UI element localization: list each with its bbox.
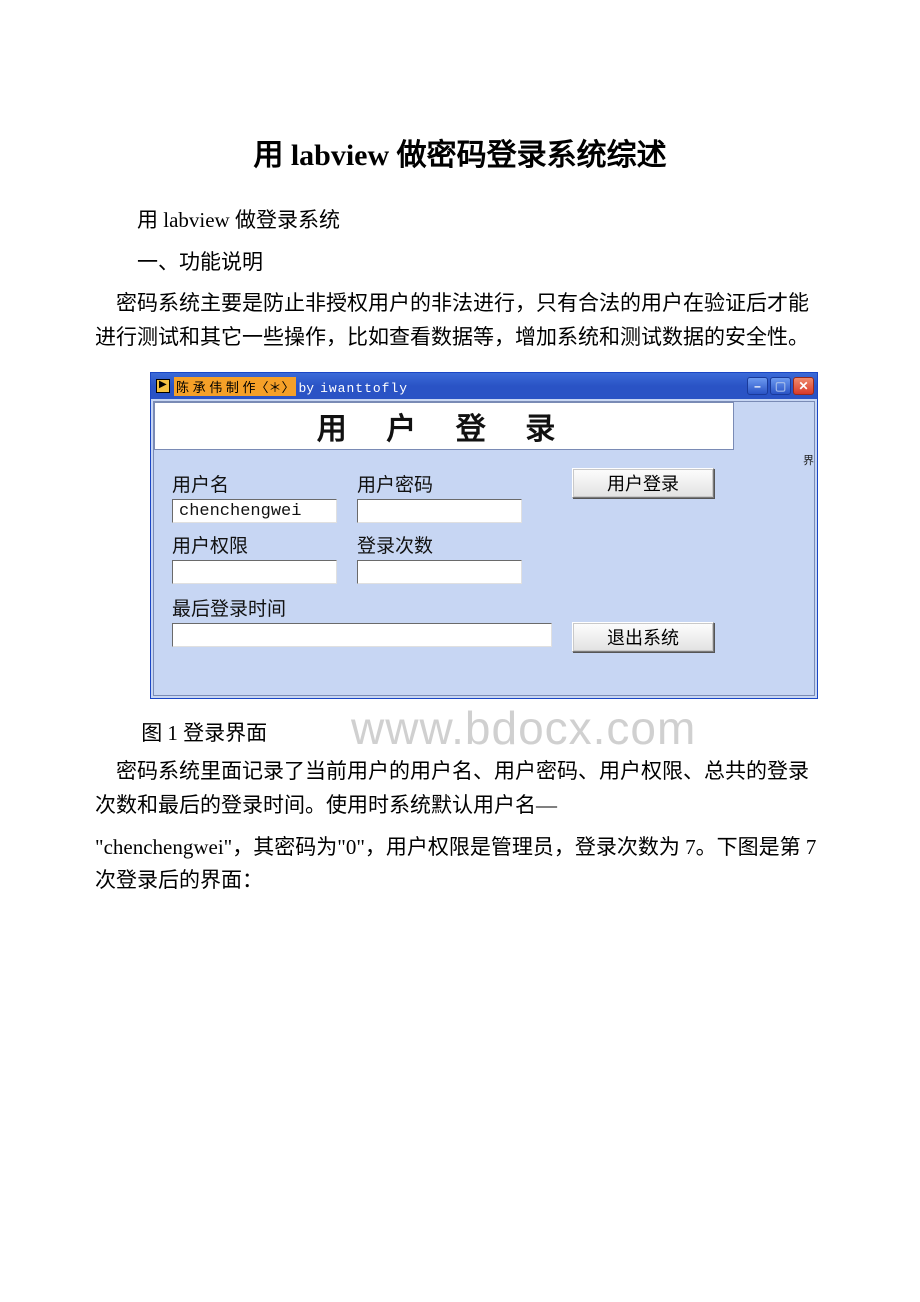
figure-caption: 图 1 登录界面 <box>95 717 825 747</box>
role-label: 用户权限 <box>172 531 357 558</box>
username-field[interactable]: chenchengwei <box>172 499 337 523</box>
count-field[interactable] <box>357 560 522 584</box>
login-button[interactable]: 用户登录 <box>572 468 714 498</box>
login-panel: 用 户 登 录 界 用户名 chenchengwei 用户密码 <box>153 401 815 696</box>
login-window-figure: 陈 承 伟 制 作〈＊〉 by iwanttofly – ▢ ✕ 用 户 登 录… <box>150 372 818 699</box>
close-button[interactable]: ✕ <box>793 377 814 395</box>
username-label: 用户名 <box>172 470 357 497</box>
title-segment-alias: iwanttofly <box>320 381 408 396</box>
password-field[interactable] <box>357 499 522 523</box>
password-label: 用户密码 <box>357 470 557 497</box>
lasttime-label: 最后登录时间 <box>172 594 552 621</box>
window: 陈 承 伟 制 作〈＊〉 by iwanttofly – ▢ ✕ 用 户 登 录… <box>150 372 818 699</box>
paragraph-1: 密码系统主要是防止非授权用户的非法进行，只有合法的用户在验证后才能进行测试和其它… <box>95 287 825 354</box>
lasttime-field[interactable] <box>172 623 552 647</box>
role-field[interactable] <box>172 560 337 584</box>
title-by: by <box>298 381 314 396</box>
maximize-button[interactable]: ▢ <box>770 377 791 395</box>
window-body: 用 户 登 录 界 用户名 chenchengwei 用户密码 <box>151 401 817 696</box>
window-titlebar: 陈 承 伟 制 作〈＊〉 by iwanttofly – ▢ ✕ <box>151 373 817 399</box>
app-icon <box>156 379 170 393</box>
panel-title: 用 户 登 录 <box>154 402 734 450</box>
subtitle-line: 用 labview 做登录系统 <box>95 204 825 238</box>
form-grid: 用户名 chenchengwei 用户密码 用户权限 <box>154 450 814 647</box>
window-title: 陈 承 伟 制 作〈＊〉 by iwanttofly <box>174 377 408 396</box>
count-label: 登录次数 <box>357 531 557 558</box>
exit-button[interactable]: 退出系统 <box>572 622 714 652</box>
paragraph-2b: "chenchengwei"，其密码为"0"，用户权限是管理员，登录次数为 7。… <box>95 831 825 898</box>
title-segment-author: 陈 承 伟 制 作〈＊〉 <box>174 377 296 396</box>
doc-title: 用 labview 做密码登录系统综述 <box>95 130 825 174</box>
paragraph-2a: 密码系统里面记录了当前用户的用户名、用户密码、用户权限、总共的登录次数和最后的登… <box>95 755 825 822</box>
minimize-button[interactable]: – <box>747 377 768 395</box>
section-heading: 一、功能说明 <box>95 246 825 280</box>
